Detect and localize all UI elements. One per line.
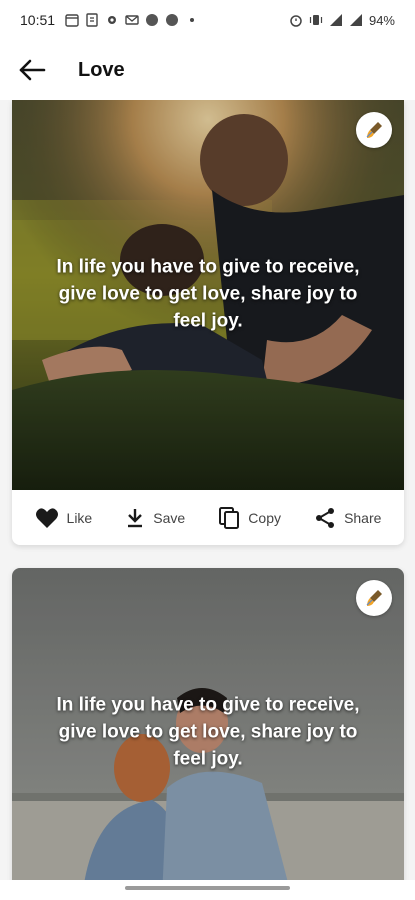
app-bar: Love <box>0 40 415 100</box>
home-indicator[interactable] <box>125 886 290 890</box>
quote-feed[interactable]: In life you have to give to receive, giv… <box>0 100 415 880</box>
share-icon <box>316 507 335 528</box>
brush-icon <box>366 122 382 138</box>
edit-style-button[interactable] <box>356 580 392 616</box>
page-title: Love <box>78 58 125 81</box>
mail-icon <box>125 15 139 25</box>
copy-button[interactable]: Copy <box>218 506 281 530</box>
quote-background-image[interactable]: In life you have to give to receive, giv… <box>12 568 404 880</box>
quote-text: In life you have to give to receive, giv… <box>56 256 360 332</box>
download-icon <box>128 508 143 527</box>
app-notification-icon <box>86 13 98 27</box>
alarm-icon <box>290 15 302 27</box>
calendar-icon <box>65 14 79 27</box>
copy-label: Copy <box>248 509 281 526</box>
like-button[interactable]: Like <box>35 507 93 529</box>
arrow-left-icon <box>19 59 46 81</box>
quote-card: In life you have to give to receive, giv… <box>12 568 404 880</box>
share-button[interactable]: Share <box>314 507 381 529</box>
card-action-bar: Like Save Copy Share <box>12 490 404 545</box>
edit-style-button[interactable] <box>356 112 392 148</box>
save-label: Save <box>153 509 186 526</box>
system-navigation-bar <box>0 880 415 900</box>
status-bar: 10:51 94% <box>0 0 415 40</box>
save-button[interactable]: Save <box>125 507 185 529</box>
more-notifications-dot-icon <box>190 18 195 22</box>
share-label: Share <box>344 509 382 526</box>
quote-text: In life you have to give to receive, giv… <box>56 694 360 770</box>
quote-card: In life you have to give to receive, giv… <box>12 100 404 545</box>
settings-notification-icon <box>108 16 117 24</box>
app-badge-icon <box>146 14 159 26</box>
brush-icon <box>366 590 382 606</box>
vibrate-icon <box>309 15 323 25</box>
heart-icon <box>35 507 58 528</box>
signal-icon <box>329 14 342 26</box>
status-time: 10:51 <box>20 12 56 28</box>
signal-icon-2 <box>349 14 362 26</box>
battery-percentage: 94% <box>368 12 395 28</box>
quote-background-image[interactable]: In life you have to give to receive, giv… <box>12 100 404 490</box>
app-badge-icon-2 <box>166 14 179 26</box>
like-label: Like <box>66 509 93 526</box>
copy-icon <box>219 506 240 529</box>
back-button[interactable] <box>16 54 48 86</box>
